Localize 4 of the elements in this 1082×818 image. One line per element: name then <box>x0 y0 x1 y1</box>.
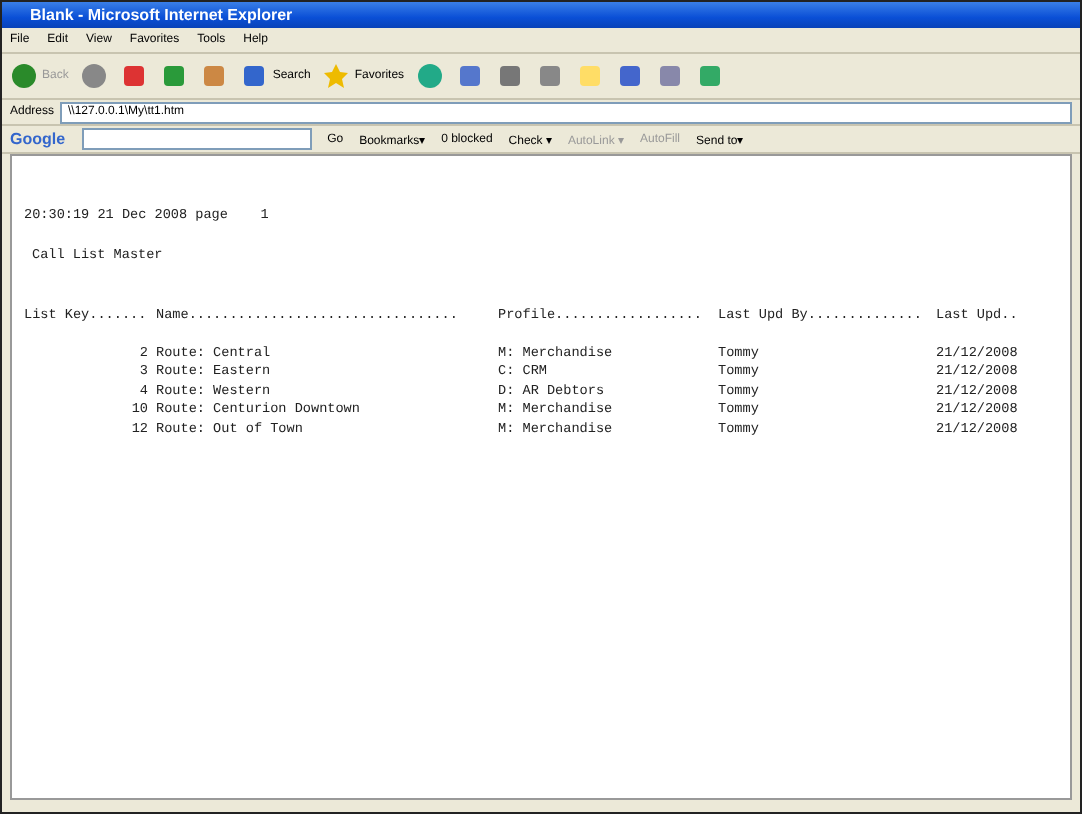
google-logo: Google <box>10 130 66 148</box>
search-field[interactable] <box>81 128 312 150</box>
favorites-icon[interactable] <box>322 62 351 90</box>
window-title: Blank - Microsoft Internet Explorer <box>2 2 1080 28</box>
